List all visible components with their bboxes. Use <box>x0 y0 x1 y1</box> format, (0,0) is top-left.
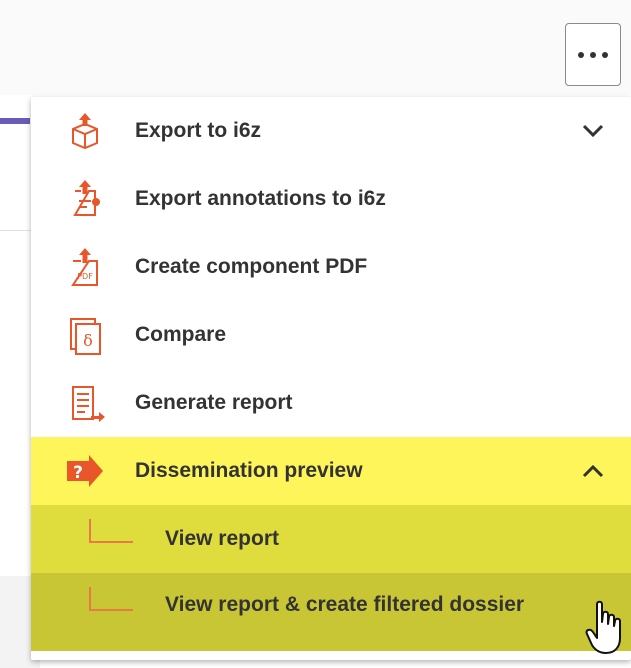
menu-item-label: Create component PDF <box>135 255 368 278</box>
menu-item-dissemination-preview[interactable]: ? Dissemination preview <box>31 437 631 505</box>
menu-item-label: Dissemination preview <box>135 459 363 482</box>
actions-dropdown-menu: Export to i6z Export annotations to i6z … <box>31 97 631 660</box>
export-package-icon <box>72 113 98 150</box>
tree-connector <box>89 587 133 611</box>
hand-pointer-cursor-icon <box>585 600 621 654</box>
dot-icon <box>578 51 584 58</box>
dot-icon <box>590 51 596 58</box>
menu-item-label: Compare <box>135 323 227 346</box>
menu-item-generate-report[interactable]: Generate report <box>31 369 631 437</box>
submenu-item-label: View report <box>165 527 279 550</box>
submenu-item-view-report[interactable]: View report <box>31 505 631 573</box>
more-actions-button[interactable] <box>565 23 621 86</box>
menu-item-export-annotations[interactable]: Export annotations to i6z <box>31 165 631 233</box>
report-icon <box>72 386 105 422</box>
compare-icon: δ <box>70 318 101 355</box>
submenu-item-label: View report & create filtered dossier <box>165 593 525 616</box>
export-annotations-icon <box>73 180 100 216</box>
toolbar <box>0 0 631 95</box>
pdf-icon: PDF <box>71 248 98 286</box>
chevron-up-icon[interactable] <box>579 457 607 485</box>
svg-text:?: ? <box>73 463 83 483</box>
menu-item-label: Export annotations to i6z <box>135 187 386 210</box>
menu-item-label: Generate report <box>135 391 293 414</box>
dot-icon <box>602 51 608 58</box>
dissemination-icon: ? <box>67 455 103 487</box>
svg-text:δ: δ <box>83 331 93 350</box>
svg-text:PDF: PDF <box>77 272 93 281</box>
menu-item-compare[interactable]: δ Compare <box>31 301 631 369</box>
active-tab-indicator <box>0 118 30 124</box>
tree-connector <box>89 519 133 543</box>
menu-item-component-pdf[interactable]: PDF Create component PDF <box>31 233 631 301</box>
submenu-item-view-report-filtered-dossier[interactable]: View report & create filtered dossier <box>31 573 631 651</box>
chevron-down-icon[interactable] <box>579 117 607 145</box>
menu-item-label: Export to i6z <box>135 119 262 142</box>
menu-item-export-i6z[interactable]: Export to i6z <box>31 97 631 165</box>
